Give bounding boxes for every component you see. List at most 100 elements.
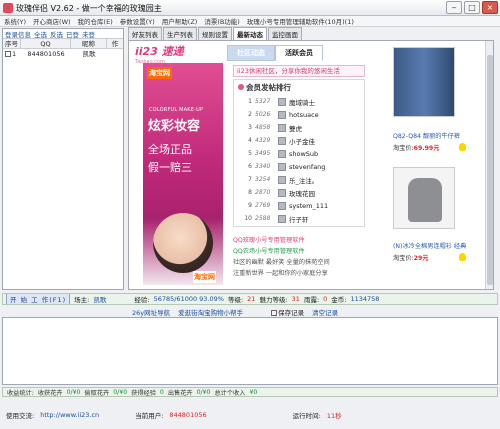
row-nick: 凯歌 bbox=[82, 50, 96, 58]
rank-number: 8 bbox=[248, 189, 252, 196]
income-steal-value: 0/¥0 bbox=[113, 388, 128, 396]
rank-name[interactable]: 雙虎 bbox=[289, 123, 302, 133]
income-exp-label: 获得经验 bbox=[131, 389, 156, 397]
menu-settings[interactable]: 参数设置(Y) bbox=[120, 16, 155, 26]
row-qq: 844801056 bbox=[27, 50, 65, 58]
list-item[interactable]: 9 2769 system_111 bbox=[236, 200, 328, 211]
use-label: 使用交流: bbox=[6, 411, 35, 420]
tab-production[interactable]: 生产列表 bbox=[163, 27, 197, 40]
tab-rules[interactable]: 规则设置 bbox=[198, 27, 232, 40]
product-title[interactable]: Q82-Q84 靓丽的牛仔裤 bbox=[393, 131, 467, 140]
menu-system[interactable]: 系统(Y) bbox=[4, 16, 26, 26]
link-farm-software[interactable]: QQ农场小号专用管理软件 bbox=[233, 246, 367, 257]
scroll-thumb[interactable] bbox=[487, 55, 493, 285]
rank-name[interactable]: stevenfang bbox=[289, 163, 325, 171]
tab-friends[interactable]: 好友列表 bbox=[128, 27, 162, 40]
gold-label: 金币: bbox=[331, 296, 347, 304]
logged-in-link[interactable]: 已登 bbox=[66, 29, 79, 39]
avatar bbox=[278, 201, 286, 210]
income-bar: 收益统计: 收获花卉 0/¥0 偷取花卉 0/¥0 获得经验 0 出售花卉 0/… bbox=[2, 387, 498, 397]
row-index: 1 bbox=[12, 50, 17, 58]
rank-number: 3 bbox=[248, 124, 252, 131]
rank-name[interactable]: 行子轩 bbox=[289, 214, 309, 224]
web-view: ii23 速递 Taobao.com 社区动态 活跃会员 淘宝网 COLORFUL… bbox=[128, 40, 494, 290]
col-qq[interactable]: QQ bbox=[21, 39, 71, 48]
income-sell-label: 出售花卉 bbox=[167, 389, 193, 397]
tab-community[interactable]: 社区动态 bbox=[227, 45, 275, 61]
site-url-link[interactable]: http://www.ii23.cn bbox=[40, 411, 99, 419]
close-icon[interactable]: × bbox=[482, 1, 498, 14]
product-image-hoodie[interactable] bbox=[393, 167, 455, 229]
product-image-jeans[interactable] bbox=[393, 47, 455, 117]
menu-tickets[interactable]: 消票(B功能) bbox=[204, 16, 240, 26]
gold-value: 1134758 bbox=[350, 295, 380, 303]
menu-shop[interactable]: 开心商店(W) bbox=[33, 16, 71, 26]
menu-aux-software[interactable]: 玫瑰小号专用管理辅助软件(10月)(1) bbox=[247, 16, 354, 26]
income-steal-label: 偷取花卉 bbox=[84, 389, 110, 397]
ad-en: COLORFUL MAKE-UP bbox=[149, 107, 204, 113]
tab-active-members[interactable]: 活跃会员 bbox=[275, 45, 323, 61]
log-area[interactable] bbox=[2, 317, 498, 385]
nav-link-shopping[interactable]: 爱逛街淘宝购物小帮手 bbox=[178, 307, 243, 317]
rank-name[interactable]: 乐_注注。 bbox=[289, 175, 318, 185]
level-value: 21 bbox=[247, 295, 256, 303]
farmer-value: 凯歌 bbox=[93, 296, 107, 304]
list-item[interactable]: 7 3254 乐_注注。 bbox=[236, 174, 318, 185]
income-harvest-value: 0/¥0 bbox=[66, 388, 81, 396]
avatar bbox=[278, 110, 286, 119]
link-community-1[interactable]: 社区的幽默 最好笑 全量的抹苑空间 bbox=[233, 257, 367, 268]
menu-help[interactable]: 用户帮助(Z) bbox=[162, 16, 198, 26]
start-work-button[interactable]: 开 始 工 作(F1) bbox=[6, 294, 71, 304]
invert-select-link[interactable]: 反选 bbox=[50, 29, 63, 39]
link-community-2[interactable]: 注重新世界 一起和你的小家庭分享 bbox=[233, 268, 367, 279]
income-sell-value: 0/¥0 bbox=[196, 388, 211, 396]
maximize-icon[interactable]: □ bbox=[464, 1, 480, 14]
price-label: 淘宝价: bbox=[393, 145, 414, 152]
save-log-toggle[interactable]: 保存记录 bbox=[271, 307, 304, 317]
rank-score: 5327 bbox=[255, 98, 271, 105]
not-logged-link[interactable]: 未登 bbox=[82, 29, 95, 39]
avatar bbox=[278, 214, 286, 223]
price-value: 69.99元 bbox=[413, 145, 440, 152]
runtime-label: 运行时间: bbox=[292, 411, 321, 420]
product-title[interactable]: (N)冰冷全棉男连帽衫 经典... bbox=[393, 241, 467, 250]
list-item[interactable]: 1 5327 魔域骑士 bbox=[236, 96, 315, 107]
list-item[interactable]: 5 3495 showSub bbox=[236, 148, 318, 159]
tab-monitor[interactable]: 监控画面 bbox=[268, 27, 302, 40]
nav-link-26y[interactable]: 26y网址导航 bbox=[132, 307, 170, 317]
ad-brand: 淘宝网 bbox=[147, 67, 172, 79]
ad-banner[interactable]: 淘宝网 COLORFUL MAKE-UP 炫彩妆容 全场正品 假一赔三 淘宝网 bbox=[143, 63, 223, 285]
col-index[interactable]: 序号 bbox=[3, 39, 21, 48]
rank-name[interactable]: hotsuace bbox=[289, 111, 319, 119]
col-nick[interactable]: 昵称 bbox=[71, 39, 107, 48]
row-checkbox[interactable] bbox=[5, 51, 11, 57]
tab-latest[interactable]: 最新动态 bbox=[233, 27, 267, 40]
table-row[interactable]: 1 844801056 凯歌 bbox=[3, 49, 123, 59]
web-scrollbar[interactable] bbox=[485, 41, 493, 289]
minimize-icon[interactable]: ‒ bbox=[446, 1, 462, 14]
list-item[interactable]: 4 4329 小子金佳 bbox=[236, 135, 315, 146]
list-item[interactable]: 8 2870 玫瑰花园 bbox=[236, 187, 315, 198]
rank-name[interactable]: 小子金佳 bbox=[289, 136, 315, 146]
list-item[interactable]: 10 2588 行子轩 bbox=[236, 213, 309, 224]
income-harvest-label: 收获花卉 bbox=[37, 389, 63, 397]
link-rose-software[interactable]: QQ玫瑰小号专用管理软件 bbox=[233, 235, 367, 246]
select-all-link[interactable]: 全选 bbox=[34, 29, 47, 39]
bulb-icon bbox=[459, 253, 466, 261]
ranking-title: 会员发帖排行 bbox=[238, 82, 291, 93]
rank-name[interactable]: showSub bbox=[289, 150, 318, 158]
clear-log-button[interactable]: 清空记录 bbox=[312, 307, 338, 317]
rank-number: 2 bbox=[248, 111, 252, 118]
list-item[interactable]: 3 4858 雙虎 bbox=[236, 122, 302, 133]
list-item[interactable]: 2 5026 hotsuace bbox=[236, 109, 319, 120]
rank-name[interactable]: 玫瑰花园 bbox=[289, 188, 315, 198]
rank-name[interactable]: 魔域骑士 bbox=[289, 97, 315, 107]
menu-warehouse[interactable]: 我的仓库(E) bbox=[78, 16, 113, 26]
window-title: 玫瑰伴侣 V2.62 - 做一个幸福的玫瑰园主 bbox=[16, 4, 162, 13]
rank-name[interactable]: system_111 bbox=[289, 202, 328, 210]
col-action[interactable]: 作 bbox=[107, 39, 123, 48]
avatar bbox=[278, 188, 286, 197]
save-log-checkbox[interactable] bbox=[271, 309, 278, 316]
list-item[interactable]: 6 3340 stevenfang bbox=[236, 161, 325, 172]
site-logo[interactable]: ii23 速递 Taobao.com bbox=[135, 43, 184, 65]
